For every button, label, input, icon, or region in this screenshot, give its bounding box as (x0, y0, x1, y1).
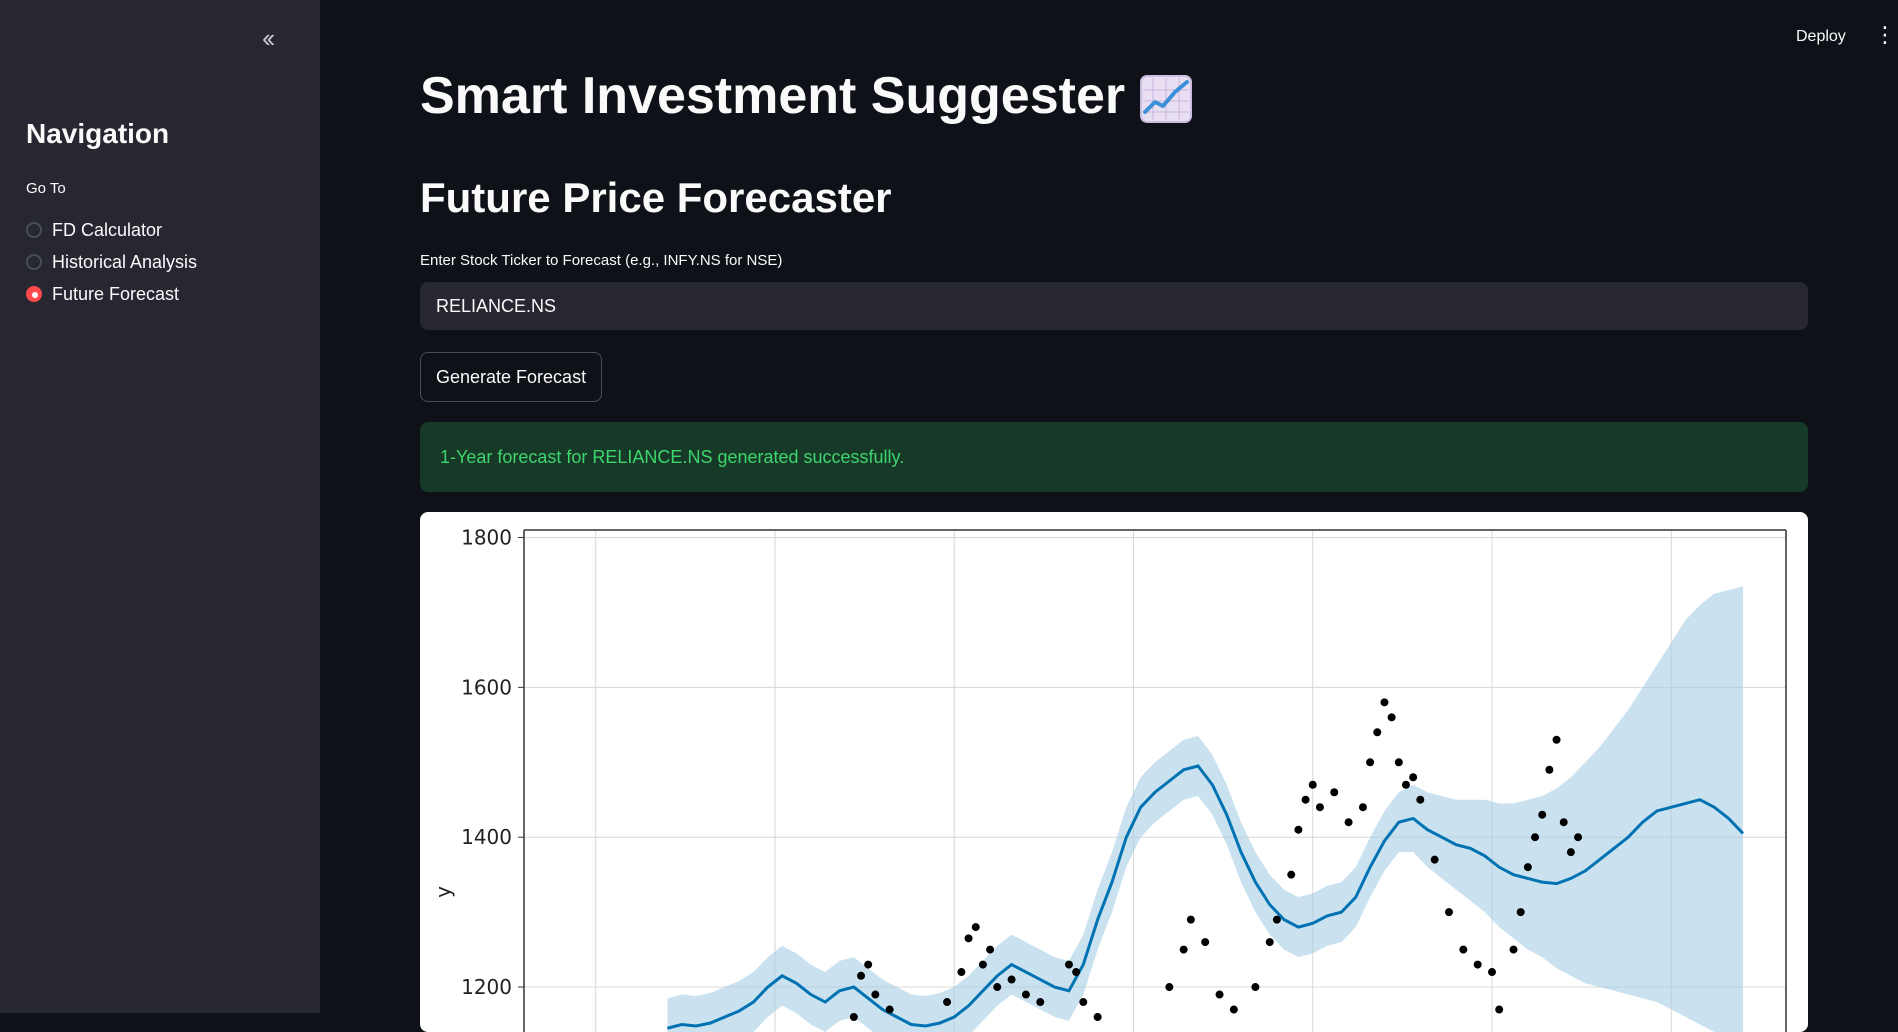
actual-data-point (1373, 728, 1382, 737)
actual-data-point (1165, 983, 1174, 992)
radio-label: FD Calculator (52, 219, 163, 240)
actual-data-point (1036, 998, 1045, 1007)
radio-option-future-forecast[interactable]: Future Forecast (26, 278, 197, 310)
section-subheader: Future Price Forecaster (420, 174, 892, 221)
chart-increasing-icon (1140, 75, 1193, 124)
actual-data-point (885, 1005, 894, 1014)
actual-data-point (1459, 945, 1468, 954)
y-tick-label: 1200 (461, 975, 512, 999)
actual-data-point (857, 971, 866, 980)
y-axis-label: y (431, 886, 455, 898)
actual-data-point (1301, 795, 1310, 804)
y-tick-label: 1400 (461, 825, 512, 849)
actual-data-point (1093, 1013, 1102, 1022)
sidebar: ‹‹ Navigation Go To FD Calculator Histor… (0, 0, 320, 1013)
actual-data-point (1007, 975, 1016, 984)
actual-data-point (978, 960, 987, 969)
uncertainty-band (667, 586, 1743, 1032)
actual-data-point (943, 998, 952, 1007)
actual-data-point (871, 990, 880, 999)
page-title: Smart Investment Suggester (420, 66, 1193, 126)
radio-button-selected-icon[interactable] (26, 286, 42, 302)
radio-option-fd-calculator[interactable]: FD Calculator (26, 214, 197, 246)
actual-data-point (1574, 833, 1583, 842)
actual-data-point (1566, 848, 1575, 857)
actual-data-point (1509, 945, 1518, 954)
actual-data-point (971, 923, 980, 932)
sidebar-title: Navigation (26, 118, 170, 149)
actual-data-point (1229, 1005, 1238, 1014)
ticker-input[interactable] (420, 282, 1808, 330)
actual-data-point (1294, 825, 1303, 834)
actual-data-point (1516, 908, 1525, 917)
actual-data-point (1251, 983, 1260, 992)
actual-data-point (1538, 810, 1547, 819)
actual-data-point (1394, 758, 1403, 767)
page-title-text: Smart Investment Suggester (420, 67, 1126, 125)
ticker-input-label: Enter Stock Ticker to Forecast (e.g., IN… (420, 252, 783, 269)
actual-data-point (864, 960, 873, 969)
actual-data-point (964, 934, 973, 943)
y-tick-label: 1800 (461, 525, 512, 549)
kebab-menu-icon[interactable]: ⋮ (1874, 24, 1896, 46)
actual-data-point (849, 1013, 858, 1022)
actual-data-point (1072, 968, 1081, 977)
actual-data-point (1495, 1005, 1504, 1014)
actual-data-point (1545, 765, 1554, 774)
double-chevron-left-icon[interactable]: ‹‹ (262, 24, 275, 52)
actual-data-point (1523, 863, 1532, 872)
forecast-chart-svg: 1200 1400 1600 1800 y (431, 525, 1787, 1032)
actual-data-point (1430, 855, 1439, 864)
actual-data-point (1366, 758, 1375, 767)
actual-data-point (1380, 698, 1389, 707)
actual-data-point (1409, 773, 1418, 782)
deploy-button[interactable]: Deploy (1796, 28, 1846, 46)
goto-label: Go To (26, 180, 66, 197)
actual-data-point (1358, 803, 1367, 812)
actual-data-point (1021, 990, 1030, 999)
actual-data-point (1387, 713, 1396, 722)
y-tick-label: 1600 (461, 675, 512, 699)
actual-data-point (1186, 915, 1195, 924)
actual-data-point (957, 968, 966, 977)
actual-data-point (1265, 938, 1274, 947)
actual-data-point (1401, 780, 1410, 789)
actual-data-point (1330, 788, 1339, 797)
actual-data-point (1473, 960, 1482, 969)
actual-data-point (986, 945, 995, 954)
radio-button-icon[interactable] (26, 222, 42, 238)
generate-forecast-button[interactable]: Generate Forecast (420, 352, 603, 402)
radio-option-historical-analysis[interactable]: Historical Analysis (26, 246, 197, 278)
actual-data-point (1064, 960, 1073, 969)
actual-data-point (1416, 795, 1425, 804)
actual-data-point (1315, 803, 1324, 812)
navigation-radio-group: FD Calculator Historical Analysis Future… (26, 214, 197, 310)
actual-data-point (1272, 915, 1281, 924)
success-message: 1-Year forecast for RELIANCE.NS generate… (440, 446, 905, 467)
actual-data-point (1559, 818, 1568, 827)
actual-data-point (1287, 870, 1296, 879)
radio-label: Future Forecast (52, 283, 180, 304)
actual-data-point (1344, 818, 1353, 827)
actual-data-point (1201, 938, 1210, 947)
actual-data-point (1552, 735, 1561, 744)
radio-label: Historical Analysis (52, 251, 198, 272)
radio-button-icon[interactable] (26, 254, 42, 270)
actual-data-point (1179, 945, 1188, 954)
actual-data-point (1531, 833, 1540, 842)
actual-data-point (1079, 998, 1088, 1007)
forecast-chart: 1200 1400 1600 1800 y (420, 512, 1808, 1032)
actual-data-point (1215, 990, 1224, 999)
actual-data-point (993, 983, 1002, 992)
actual-data-point (1488, 968, 1497, 977)
success-alert: 1-Year forecast for RELIANCE.NS generate… (420, 422, 1808, 492)
actual-data-point (1308, 780, 1317, 789)
actual-data-point (1444, 908, 1453, 917)
